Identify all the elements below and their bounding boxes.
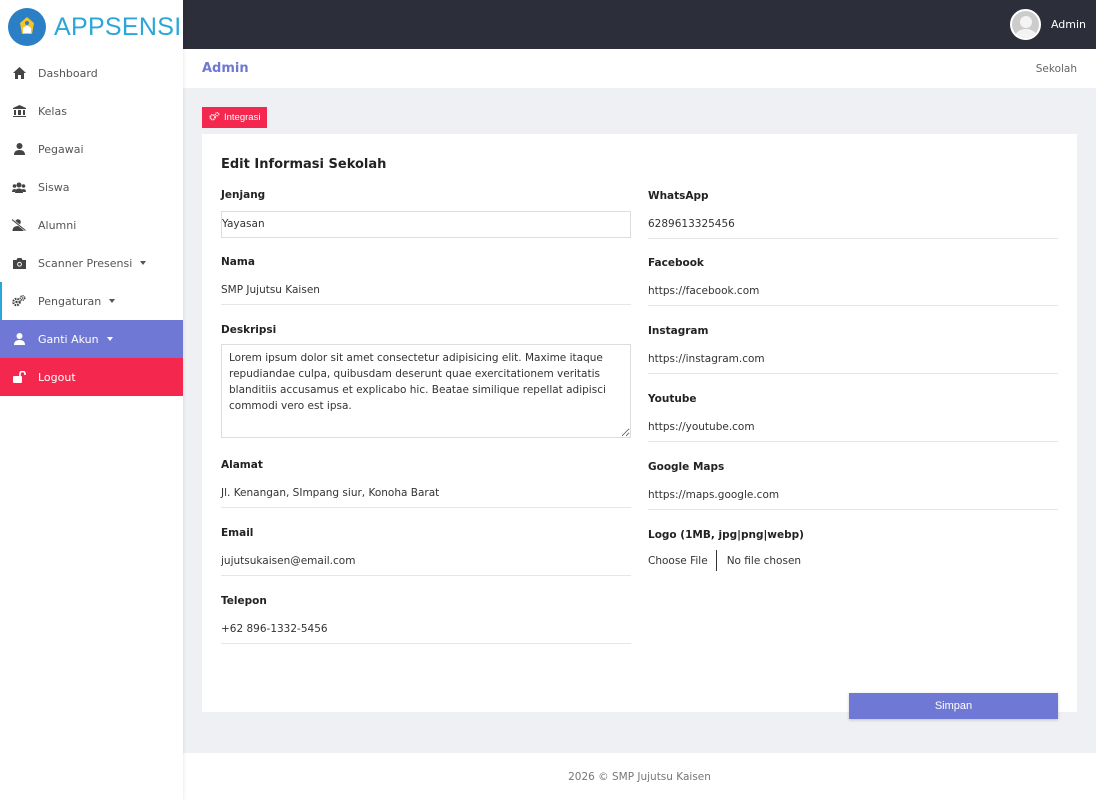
caret-down-icon	[140, 261, 147, 265]
footer: 2026 © SMP Jujutsu Kaisen	[183, 753, 1096, 800]
sidebar-item-scanner-presensi[interactable]: Scanner Presensi	[0, 244, 183, 282]
youtube-group: Youtube https://youtube.com	[648, 393, 1058, 442]
deskripsi-group: Deskripsi Lorem ipsum dolor sit amet con…	[221, 324, 631, 441]
telepon-label: Telepon	[221, 595, 267, 607]
sidebar-item-siswa[interactable]: Siswa	[0, 168, 183, 206]
building-icon	[12, 104, 26, 118]
email-input[interactable]: jujutsukaisen@email.com	[221, 549, 631, 576]
alamat-label: Alamat	[221, 459, 263, 471]
maps-input[interactable]: https://maps.google.com	[648, 483, 1058, 510]
sidebar-item-pegawai[interactable]: Pegawai	[0, 130, 183, 168]
integrasi-label: Integrasi	[224, 112, 261, 123]
deskripsi-textarea[interactable]: Lorem ipsum dolor sit amet consectetur a…	[221, 344, 631, 438]
gears-icon	[209, 111, 220, 124]
caret-down-icon	[106, 337, 113, 341]
sidebar-item-label: Siswa	[38, 180, 70, 194]
sidebar-item-label: Alumni	[38, 218, 77, 232]
sidebar-item-label: Pegawai	[38, 142, 84, 156]
instagram-label: Instagram	[648, 325, 709, 337]
caret-down-icon	[109, 299, 116, 303]
footer-text: 2026 © SMP Jujutsu Kaisen	[568, 770, 711, 783]
page-header: Admin Sekolah	[183, 49, 1096, 88]
sidebar-item-ganti-akun[interactable]: Ganti Akun	[0, 320, 183, 358]
facebook-group: Facebook https://facebook.com	[648, 257, 1058, 306]
brand[interactable]: APPSENSI	[0, 0, 183, 54]
alamat-input[interactable]: Jl. Kenangan, SImpang siur, Konoha Barat	[221, 481, 631, 508]
camera-icon	[12, 256, 26, 270]
user-slash-icon	[12, 218, 26, 232]
file-status: No file chosen	[726, 554, 802, 567]
sidebar-item-kelas[interactable]: Kelas	[0, 92, 183, 130]
telepon-group: Telepon +62 896-1332-5456	[221, 595, 631, 644]
sidebar-item-dashboard[interactable]: Dashboard	[0, 54, 183, 92]
sidebar-item-label: Kelas	[38, 104, 67, 118]
user-icon	[12, 142, 26, 156]
user-icon	[12, 332, 26, 346]
page-title: Admin	[202, 61, 249, 76]
nama-input[interactable]: SMP Jujutsu Kaisen	[221, 278, 631, 305]
logo-label: Logo (1MB, jpg|png|webp)	[648, 529, 804, 541]
breadcrumb[interactable]: Sekolah	[1036, 63, 1077, 75]
topbar-username[interactable]: Admin	[1051, 18, 1086, 31]
jenjang-group: Jenjang Yayasan	[221, 189, 631, 238]
sidebar-item-alumni[interactable]: Alumni	[0, 206, 183, 244]
logo-file-input[interactable]: Choose File No file chosen	[648, 550, 1058, 571]
save-button[interactable]: Simpan	[849, 693, 1058, 719]
brand-logo-icon	[8, 8, 46, 46]
whatsapp-group: WhatsApp 6289613325456	[648, 190, 1058, 239]
instagram-group: Instagram https://instagram.com	[648, 325, 1058, 374]
sidebar-menu: Dashboard Kelas Pegawai Siswa Alumni Sca…	[0, 54, 183, 396]
school-info-card: Edit Informasi Sekolah Jenjang Yayasan N…	[202, 134, 1077, 712]
telepon-input[interactable]: +62 896-1332-5456	[221, 617, 631, 644]
facebook-label: Facebook	[648, 257, 704, 269]
gears-icon	[12, 294, 26, 308]
unlock-icon	[12, 370, 26, 384]
whatsapp-label: WhatsApp	[648, 190, 709, 202]
brand-name: APPSENSI	[54, 12, 182, 41]
integrasi-button[interactable]: Integrasi	[202, 107, 268, 128]
avatar[interactable]	[1009, 9, 1041, 40]
jenjang-select[interactable]: Yayasan	[221, 211, 631, 238]
sidebar-item-label: Dashboard	[38, 66, 98, 80]
nama-group: Nama SMP Jujutsu Kaisen	[221, 256, 631, 305]
maps-group: Google Maps https://maps.google.com	[648, 461, 1058, 510]
jenjang-label: Jenjang	[221, 189, 266, 201]
choose-file-button[interactable]: Choose File	[648, 550, 717, 571]
topbar: Admin	[183, 0, 1096, 49]
home-icon	[12, 66, 26, 80]
maps-label: Google Maps	[648, 461, 725, 473]
nama-label: Nama	[221, 256, 255, 268]
deskripsi-label: Deskripsi	[221, 324, 277, 336]
email-group: Email jujutsukaisen@email.com	[221, 527, 631, 576]
sidebar-item-pengaturan[interactable]: Pengaturan	[0, 282, 183, 320]
sidebar-item-label: Scanner Presensi	[38, 256, 133, 270]
youtube-input[interactable]: https://youtube.com	[648, 415, 1058, 442]
facebook-input[interactable]: https://facebook.com	[648, 279, 1058, 306]
sidebar-item-label: Pengaturan	[38, 294, 102, 308]
sidebar: APPSENSI Dashboard Kelas Pegawai Siswa A…	[0, 0, 183, 800]
sidebar-item-label: Ganti Akun	[38, 332, 99, 346]
alamat-group: Alamat Jl. Kenangan, SImpang siur, Konoh…	[221, 459, 631, 508]
youtube-label: Youtube	[648, 393, 697, 405]
form-title: Edit Informasi Sekolah	[221, 157, 387, 172]
instagram-input[interactable]: https://instagram.com	[648, 347, 1058, 374]
users-icon	[12, 180, 26, 194]
whatsapp-input[interactable]: 6289613325456	[648, 212, 1058, 239]
sidebar-item-label: Logout	[38, 370, 76, 384]
sidebar-item-logout[interactable]: Logout	[0, 358, 183, 396]
logo-group: Logo (1MB, jpg|png|webp) Choose File No …	[648, 529, 1058, 571]
email-label: Email	[221, 527, 254, 539]
